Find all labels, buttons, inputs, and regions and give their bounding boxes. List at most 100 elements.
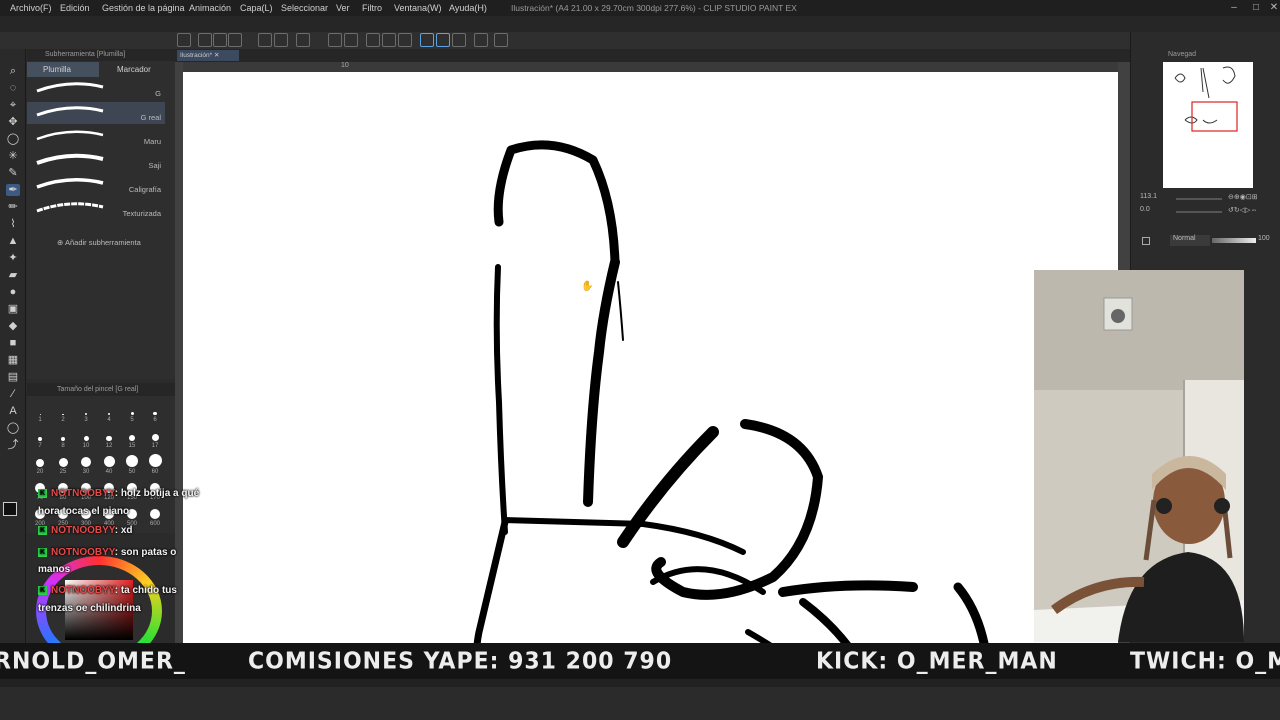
brush-size-option[interactable]: 50 — [121, 455, 143, 475]
move-layer-tool-icon[interactable]: ✥ — [6, 116, 20, 128]
rotation-controls-icon[interactable]: ↺↻◁▷⇔ — [1228, 206, 1258, 214]
tab-plumilla[interactable]: Plumilla — [27, 62, 99, 77]
menu-filtro[interactable]: Filtro — [358, 0, 386, 16]
zoom-controls-icon[interactable]: ⊖⊕◉⊡⊞ — [1228, 193, 1258, 201]
undo-icon[interactable] — [258, 33, 272, 47]
brush-size-option[interactable]: 1 — [29, 403, 51, 423]
zoom-tool-icon[interactable]: ⌕ — [6, 65, 20, 77]
snap-ruler-icon[interactable] — [420, 33, 434, 47]
brush-size-option[interactable]: 40 — [98, 455, 120, 475]
operation-tool-icon[interactable]: ⌖ — [6, 99, 20, 111]
brush-size-option[interactable]: 4 — [98, 403, 120, 423]
opacity-value[interactable]: 100 — [1258, 235, 1270, 242]
brush-size-option[interactable]: 2 — [52, 403, 74, 423]
gradient-tool-icon[interactable]: ◆ — [6, 320, 20, 332]
brush-stroke-preview — [36, 130, 104, 141]
status-bar — [0, 679, 1280, 687]
menu-ayuda[interactable]: Ayuda(H) — [445, 0, 491, 16]
rotation-slider[interactable] — [1176, 211, 1222, 213]
close-tab-icon[interactable]: ✕ — [214, 52, 219, 59]
save-icon[interactable] — [213, 33, 227, 47]
line-tool-icon[interactable]: ∕ — [6, 388, 20, 400]
clear-icon[interactable] — [398, 33, 412, 47]
brush-item-caligrafia[interactable]: Caligrafía — [27, 174, 165, 196]
brush-item-g[interactable]: G — [27, 78, 165, 100]
brush-size-option[interactable]: 600 — [144, 507, 166, 527]
menu-archivo[interactable]: Archivo(F) — [6, 0, 56, 16]
ruler-tool-icon[interactable]: ▤ — [6, 371, 20, 383]
chat-message: K NOTNOOBYY: ta chido tus — [38, 585, 177, 596]
menu-seleccionar[interactable]: Seleccionar — [277, 0, 332, 16]
export-icon[interactable] — [228, 33, 242, 47]
menu-edicion[interactable]: Edición — [56, 0, 94, 16]
assets-icon[interactable] — [494, 33, 508, 47]
menu-animacion[interactable]: Animación — [185, 0, 235, 16]
brush-size-option[interactable]: 8 — [52, 429, 74, 449]
transform-icon[interactable] — [344, 33, 358, 47]
brush-size-option[interactable]: 20 — [29, 455, 51, 475]
drawing-canvas[interactable]: ✋ — [183, 72, 1118, 669]
zoom-value[interactable]: 113.1 — [1140, 193, 1157, 200]
brush-size-option[interactable]: 6 — [144, 403, 166, 423]
figure-tool-icon[interactable]: ■ — [6, 337, 20, 349]
correct-line-tool-icon[interactable]: ⤴ — [6, 439, 20, 451]
brush-tool-icon[interactable]: ⌇ — [6, 218, 20, 230]
document-tab[interactable]: Ilustración* ✕ — [177, 50, 239, 61]
brush-item-saji[interactable]: Saji — [27, 150, 165, 172]
close-icon[interactable]: ✕ — [1262, 0, 1280, 16]
deselect-icon[interactable] — [366, 33, 380, 47]
pencil-tool-icon[interactable]: ✏ — [6, 201, 20, 213]
minimize-icon[interactable]: – — [1222, 0, 1246, 16]
brush-item-texturizada[interactable]: Texturizada — [27, 198, 165, 220]
rotation-value[interactable]: 0.0 — [1140, 206, 1150, 213]
snap-grid-icon[interactable] — [452, 33, 466, 47]
tab-marcador[interactable]: Marcador — [101, 62, 171, 77]
eraser-tool-icon[interactable]: ▰ — [6, 269, 20, 281]
menu-gestion-pagina[interactable]: Gestión de la página — [98, 0, 189, 16]
brush-item-label: Maru — [143, 137, 161, 146]
menu-capa[interactable]: Capa(L) — [236, 0, 277, 16]
snap-special-icon[interactable] — [436, 33, 450, 47]
layer-lock-checkbox[interactable] — [1142, 237, 1150, 245]
brush-size-option[interactable]: 25 — [52, 455, 74, 475]
fill-icon[interactable] — [328, 33, 342, 47]
brush-size-option[interactable]: 10 — [75, 429, 97, 449]
selection-tool-icon[interactable]: ◯ — [6, 133, 20, 145]
main-color-swatch[interactable] — [3, 502, 17, 516]
decoration-tool-icon[interactable]: ✦ — [6, 252, 20, 264]
brush-size-option[interactable]: 30 — [75, 455, 97, 475]
menu-ver[interactable]: Ver — [332, 0, 354, 16]
airbrush-tool-icon[interactable]: ▲ — [6, 235, 20, 247]
blend-tool-icon[interactable]: ● — [6, 286, 20, 298]
new-file-icon[interactable] — [177, 33, 191, 47]
brush-item-g-real[interactable]: G real — [27, 102, 165, 124]
blend-mode-select[interactable]: Normal — [1170, 235, 1210, 246]
add-subtool-button[interactable]: ⊕ Añadir subherramienta — [57, 238, 141, 247]
opacity-slider[interactable] — [1212, 238, 1256, 243]
spinner-icon[interactable] — [296, 33, 310, 47]
navigator-thumbnail[interactable] — [1163, 62, 1253, 188]
menu-ventana[interactable]: Ventana(W) — [390, 0, 446, 16]
brush-size-option[interactable]: 12 — [98, 429, 120, 449]
brush-size-option[interactable]: 15 — [121, 429, 143, 449]
brush-size-option[interactable]: 3 — [75, 403, 97, 423]
brush-size-option[interactable]: 60 — [144, 454, 166, 475]
balloon-tool-icon[interactable]: ◯ — [6, 422, 20, 434]
fill-tool-icon[interactable]: ▣ — [6, 303, 20, 315]
crop-icon[interactable] — [382, 33, 396, 47]
frame-tool-icon[interactable]: ▦ — [6, 354, 20, 366]
brush-size-option[interactable]: 5 — [121, 403, 143, 423]
text-tool-icon[interactable]: A — [6, 405, 20, 417]
brush-item-maru[interactable]: Maru — [27, 126, 165, 148]
auto-select-tool-icon[interactable]: ✳ — [6, 150, 20, 162]
pen-tool-icon[interactable]: ✒ — [6, 184, 20, 196]
brush-size-option[interactable]: 7 — [29, 429, 51, 449]
zoom-slider[interactable] — [1176, 198, 1222, 200]
redo-icon[interactable] — [274, 33, 288, 47]
add-subtool-label: Añadir subherramienta — [64, 238, 141, 247]
brush-size-option[interactable]: 17 — [144, 429, 166, 449]
move-tool-icon[interactable]: ◌ — [6, 82, 20, 94]
eyedropper-tool-icon[interactable]: ✎ — [6, 167, 20, 179]
layer-icon[interactable] — [474, 33, 488, 47]
open-file-icon[interactable] — [198, 33, 212, 47]
